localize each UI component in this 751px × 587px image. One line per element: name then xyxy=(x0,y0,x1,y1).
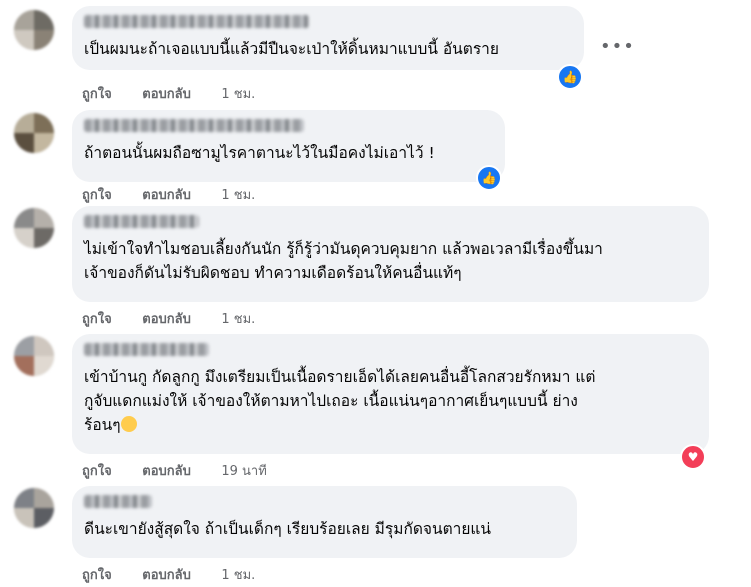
timestamp[interactable]: 1 ชม. xyxy=(221,312,255,327)
like-button[interactable]: ถูกใจ xyxy=(82,568,112,583)
comment-bubble: เข้าบ้านกู กัดลูกกู มึงเตรียมเป็นเนื้อดร… xyxy=(72,334,709,454)
timestamp[interactable]: 1 ชม. xyxy=(221,188,255,203)
comment-actions: ถูกใจ ตอบกลับ 1 ชม. xyxy=(82,83,281,104)
comment-actions: ถูกใจ ตอบกลับ 1 ชม. xyxy=(82,564,281,585)
like-button[interactable]: ถูกใจ xyxy=(82,312,112,327)
comment-text-body: เข้าบ้านกู กัดลูกกู มึงเตรียมเป็นเนื้อดร… xyxy=(84,368,596,434)
reply-button[interactable]: ตอบกลับ xyxy=(142,87,191,102)
comment-actions: ถูกใจ ตอบกลับ 19 นาที xyxy=(82,460,293,481)
reply-button[interactable]: ตอบกลับ xyxy=(142,464,191,479)
comment-bubble: ถ้าตอนนั้นผมถือซามูไรคาตานะไว้ในมือคงไม่… xyxy=(72,110,505,182)
comment-text: เข้าบ้านกู กัดลูกกู มึงเตรียมเป็นเนื้อดร… xyxy=(84,365,697,437)
commenter-name-blurred[interactable] xyxy=(84,343,209,356)
like-reaction-icon[interactable]: 👍 xyxy=(476,165,502,191)
avatar[interactable] xyxy=(14,10,54,50)
avatar[interactable] xyxy=(14,113,54,153)
avatar[interactable] xyxy=(14,208,54,248)
like-button[interactable]: ถูกใจ xyxy=(82,188,112,203)
commenter-name-blurred[interactable] xyxy=(84,495,152,508)
commenter-name-blurred[interactable] xyxy=(84,15,309,28)
like-button[interactable]: ถูกใจ xyxy=(82,87,112,102)
love-reaction-icon[interactable]: ♥ xyxy=(680,444,706,470)
reply-button[interactable]: ตอบกลับ xyxy=(142,188,191,203)
timestamp[interactable]: 1 ชม. xyxy=(221,87,255,102)
comment-bubble: ดีนะเขายังสู้สุดใจ ถ้าเป็นเด็กๆ เรียบร้อ… xyxy=(72,486,577,558)
reply-button[interactable]: ตอบกลับ xyxy=(142,312,191,327)
avatar[interactable] xyxy=(14,336,54,376)
avatar[interactable] xyxy=(14,488,54,528)
comment-actions: ถูกใจ ตอบกลับ 1 ชม. xyxy=(82,308,281,329)
comment-text: ถ้าตอนนั้นผมถือซามูไรคาตานะไว้ในมือคงไม่… xyxy=(84,144,435,162)
reply-button[interactable]: ตอบกลับ xyxy=(142,568,191,583)
like-reaction-icon[interactable]: 👍 xyxy=(557,64,583,90)
commenter-name-blurred[interactable] xyxy=(84,215,199,228)
smiling-face-emoji-icon xyxy=(120,416,137,432)
comment-text: ไม่เข้าใจทำไมชอบเลี้ยงกันนัก รู้ก็รู้ว่า… xyxy=(84,240,603,282)
comment-text: เป็นผมนะถ้าเจอแบบนี้แล้วมีปืนจะเป่าให้ดิ… xyxy=(84,40,499,58)
timestamp[interactable]: 19 นาที xyxy=(221,464,266,479)
comment-bubble: เป็นผมนะถ้าเจอแบบนี้แล้วมีปืนจะเป่าให้ดิ… xyxy=(72,6,584,70)
comment-actions: ถูกใจ ตอบกลับ 1 ชม. xyxy=(82,184,281,205)
comment-bubble: ไม่เข้าใจทำไมชอบเลี้ยงกันนัก รู้ก็รู้ว่า… xyxy=(72,206,709,302)
timestamp[interactable]: 1 ชม. xyxy=(221,568,255,583)
comment-text: ดีนะเขายังสู้สุดใจ ถ้าเป็นเด็กๆ เรียบร้อ… xyxy=(84,520,492,538)
like-button[interactable]: ถูกใจ xyxy=(82,464,112,479)
commenter-name-blurred[interactable] xyxy=(84,119,304,132)
more-options-icon[interactable]: ••• xyxy=(600,36,635,57)
